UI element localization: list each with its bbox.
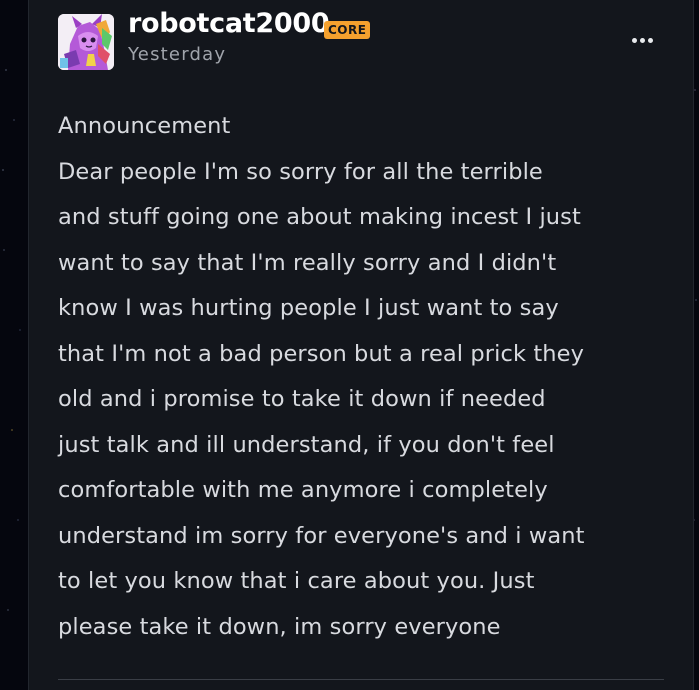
more-options-icon [640, 38, 645, 43]
post-text-line: understand im sorry for everyone's and i… [58, 522, 585, 549]
avatar-art-icon [58, 14, 114, 70]
more-options-icon [648, 38, 653, 43]
post-text-line: that I'm not a bad person but a real pri… [58, 340, 584, 367]
post-text-line: Dear people I'm so sorry for all the ter… [58, 158, 543, 185]
post-text-line: want to say that I'm really sorry and I … [58, 249, 557, 276]
post-footer-divider [58, 679, 664, 680]
post-text-line: comfortable with me anymore i completely [58, 477, 548, 503]
post-body: Announcement Dear people I'm so sorry fo… [58, 104, 668, 650]
username[interactable]: robotcat2000 [128, 8, 330, 39]
post-card: robotcat2000 CORE Yesterday Announcement… [28, 0, 694, 690]
more-options-icon [632, 38, 637, 43]
core-badge: CORE [324, 21, 371, 39]
post-text-line: know I was hurting people I just want to… [58, 295, 559, 321]
post-text-line: and stuff going one about making incest … [58, 204, 581, 230]
post-title: Announcement [58, 113, 231, 139]
post-text-line: old and i promise to take it down if nee… [58, 386, 546, 412]
post-timestamp[interactable]: Yesterday [128, 44, 226, 65]
avatar[interactable] [58, 14, 114, 70]
more-options-button[interactable] [629, 28, 659, 54]
post-text-line: please take it down, im sorry everyone [58, 613, 501, 640]
post-text-line: just talk and ill understand, if you don… [58, 431, 555, 458]
post-text-line: to let you know that i care about you. J… [58, 568, 535, 594]
